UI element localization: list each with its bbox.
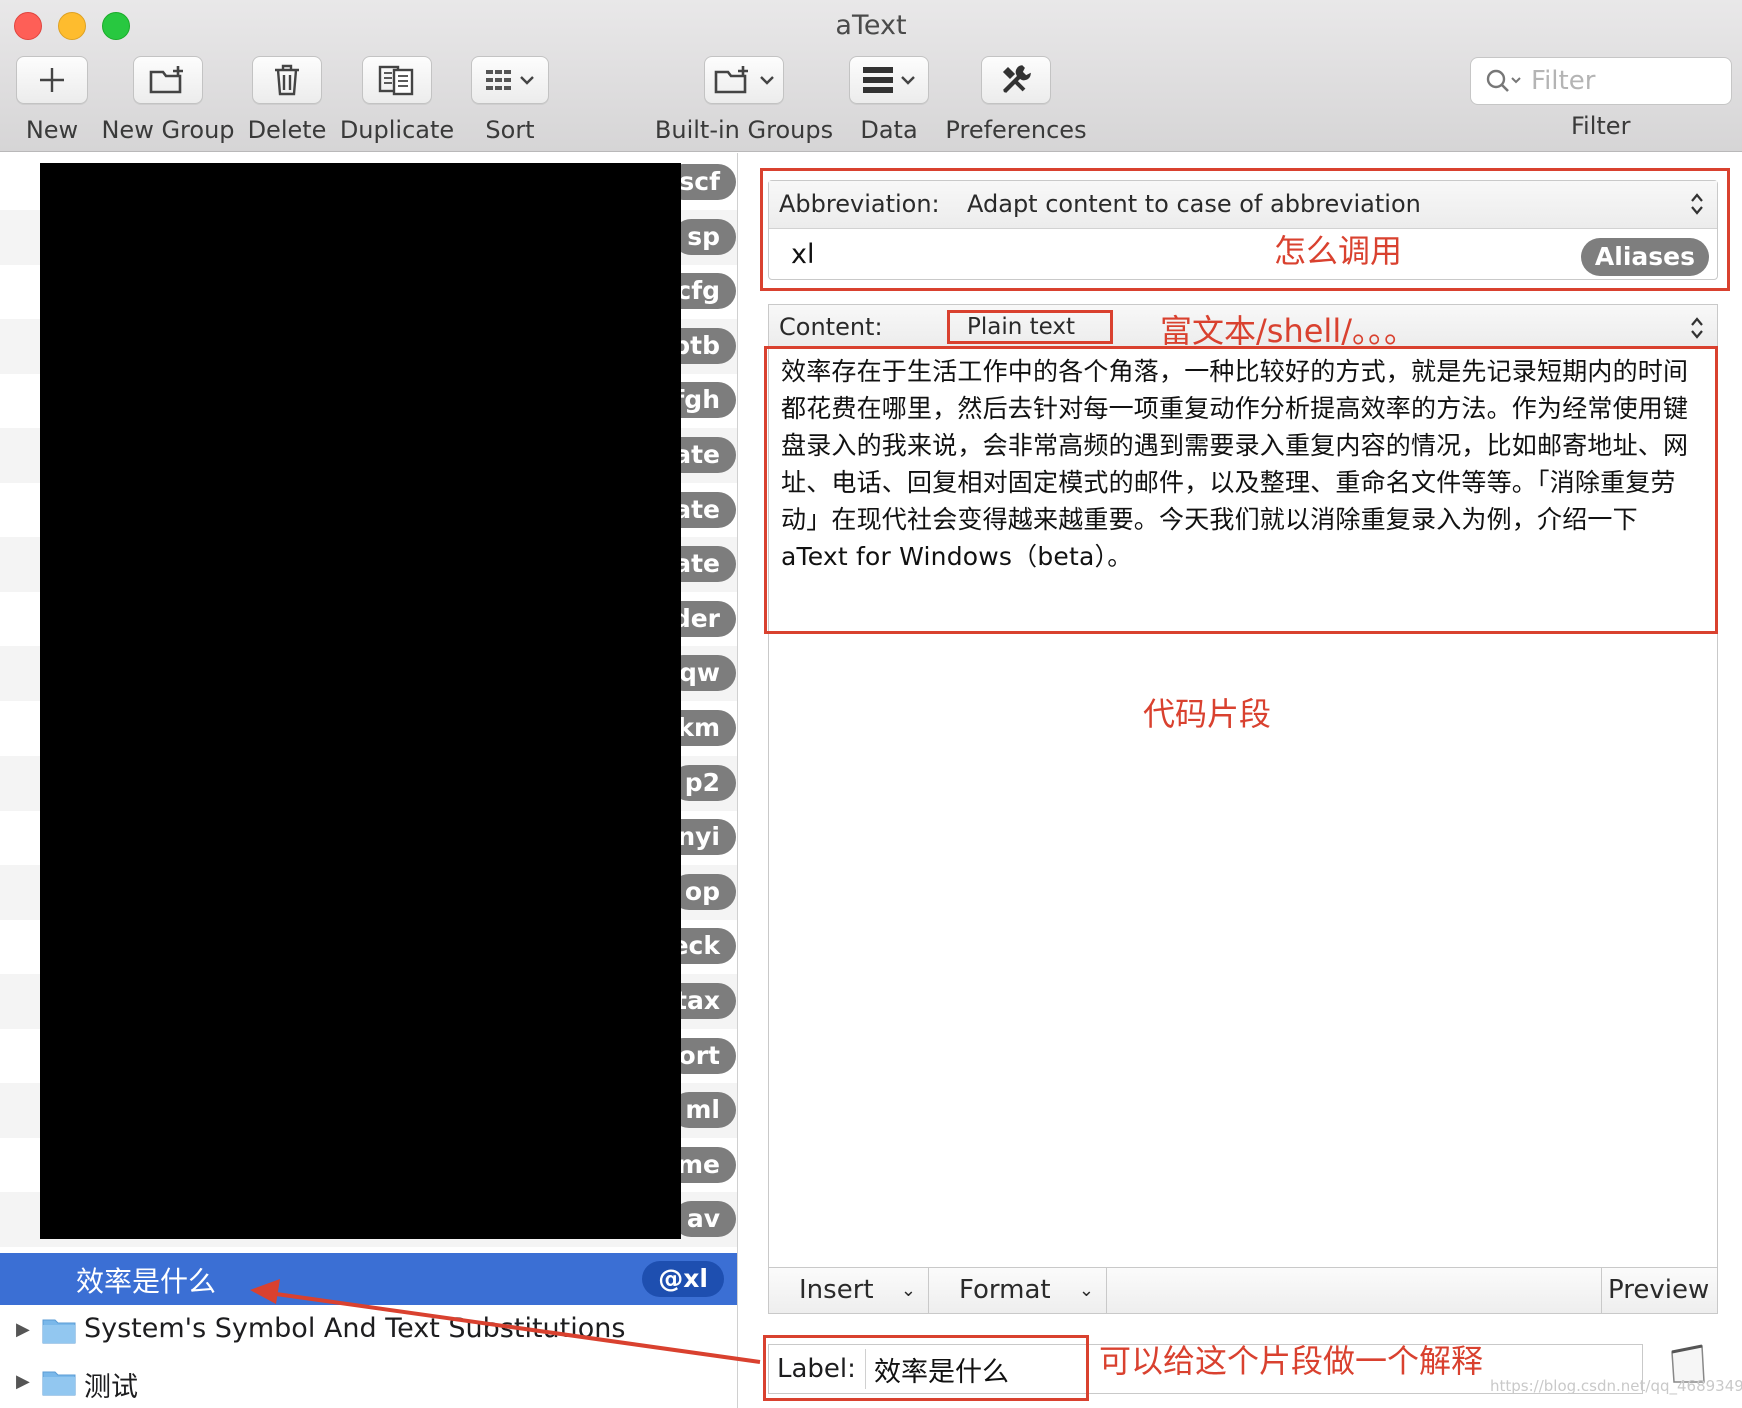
format-label: Format [959,1275,1051,1305]
annotation-label-note-text: 可以给这个片段做一个解释 [1099,1342,1484,1380]
chevron-down-icon [760,76,774,85]
label-caption: Label: [777,1354,856,1384]
data-label: Data [860,116,918,144]
abbreviation-mode-popup[interactable]: Abbreviation: Adapt content to case of a… [769,181,1717,229]
snippet-abbreviation-pill: ml [671,1092,736,1129]
selected-snippet-label: 效率是什么 [76,1265,217,1298]
annotation-content-types-text: 富文本/shell/。。。 [1160,312,1416,350]
updown-chevron-icon [1691,317,1703,339]
new-group-label: New Group [101,116,235,144]
new-label: New [25,116,79,144]
delete-button[interactable] [252,56,322,104]
group-label: 测试 [84,1372,138,1403]
toolbar-data[interactable]: Data [849,56,929,144]
preferences-label: Preferences [945,116,1087,144]
abbreviation-section: Abbreviation: Adapt content to case of a… [768,180,1718,280]
filter-search-field[interactable] [1470,57,1732,105]
folder-icon [42,1319,76,1344]
sort-label: Sort [485,116,535,144]
abbreviation-mode-value: Adapt content to case of abbreviation [967,190,1421,218]
toolbar-duplicate[interactable]: Duplicate [340,56,454,144]
filter-input[interactable] [1531,66,1701,96]
grid-sort-icon [486,70,511,90]
tools-icon [1002,65,1031,94]
sort-button[interactable] [471,56,549,104]
folder-icon [42,1371,76,1396]
duplicate-button[interactable] [362,56,432,104]
toolbar-builtin-groups[interactable]: Built-in Groups [655,56,833,144]
window-toolbar: aText New New Group Delete Duplicate Sor… [0,0,1742,152]
list-icon [863,67,893,93]
abbreviation-title: Abbreviation: [779,190,940,218]
content-title: Content: [779,313,883,341]
duplicate-label: Duplicate [339,116,455,144]
toolbar-preferences[interactable]: Preferences [945,56,1087,144]
preview-button[interactable]: Preview [1601,1268,1717,1313]
builtin-groups-button[interactable] [704,56,784,104]
aliases-button[interactable]: Aliases [1580,238,1709,276]
plus-icon [40,68,64,92]
content-editor[interactable]: 效率存在于生活工作中的各个角落，一种比较好的方式，就是先记录短期内的时间都花费在… [781,353,1699,575]
chevron-down-icon [520,76,534,85]
builtin-groups-label: Built-in Groups [654,116,834,144]
format-menu-button[interactable]: Format ⌄ [929,1268,1107,1313]
toolbar-new-group[interactable]: New Group [101,56,235,144]
chevron-down-icon: ⌄ [900,1280,916,1301]
annotation-code-snippet-text: 代码片段 [1143,695,1272,733]
data-button[interactable] [849,56,929,104]
abbreviation-input[interactable]: xl [791,239,814,270]
preferences-button[interactable] [981,56,1051,104]
content-bottom-bar: Insert ⌄ Format ⌄ Preview [769,1267,1717,1313]
chevron-down-icon [901,76,915,85]
disclosure-triangle-icon[interactable]: ▶ [16,1319,30,1340]
duplicate-icon [378,65,414,96]
content-type-value: Plain text [967,314,1076,340]
filter-label: Filter [1571,112,1631,140]
group-row-test[interactable]: ▶ 测试 [0,1357,737,1408]
toolbar-delete[interactable]: Delete [248,56,326,144]
group-row-system-substitutions[interactable]: ▶ System's Symbol And Text Substitutions [0,1305,737,1357]
new-button[interactable] [16,56,88,104]
insert-label: Insert [799,1275,874,1305]
toolbar-new[interactable]: New [16,56,88,144]
content-section: Content: Plain text 效率存在于生活工作中的各个角落，一种比较… [768,304,1718,1314]
preview-label: Preview [1608,1275,1710,1305]
window-title: aText [835,10,907,41]
snippet-row-selected[interactable]: 效率是什么 @xl [0,1253,737,1305]
watermark-text: https://blog.csdn.net/qq_46893497 [1490,1377,1742,1395]
group-label: System's Symbol And Text Substitutions [84,1313,626,1344]
new-folder-icon [714,66,748,94]
updown-chevron-icon [1691,193,1703,215]
new-folder-icon [149,66,183,94]
disclosure-triangle-icon[interactable]: ▶ [16,1371,30,1392]
insert-menu-button[interactable]: Insert ⌄ [769,1268,929,1313]
snippet-list[interactable]: scf sp cfg ptb fgh ate ate ate der qw km p2 nyi op eck… [0,153,738,1408]
search-icon [1486,69,1521,92]
chevron-down-icon: ⌄ [1078,1280,1094,1301]
toolbar-sort[interactable]: Sort [471,56,549,144]
snippet-abbreviation-pill: av [672,1201,736,1238]
new-group-button[interactable] [133,56,203,104]
annotation-invoke-text: 怎么调用 [1274,232,1403,270]
redacted-region [40,163,681,1239]
selected-snippet-abbreviation-pill: @xl [642,1261,724,1297]
snippet-abbreviation-pill: sp [673,218,736,255]
trash-icon [275,64,299,96]
delete-label: Delete [247,116,327,144]
